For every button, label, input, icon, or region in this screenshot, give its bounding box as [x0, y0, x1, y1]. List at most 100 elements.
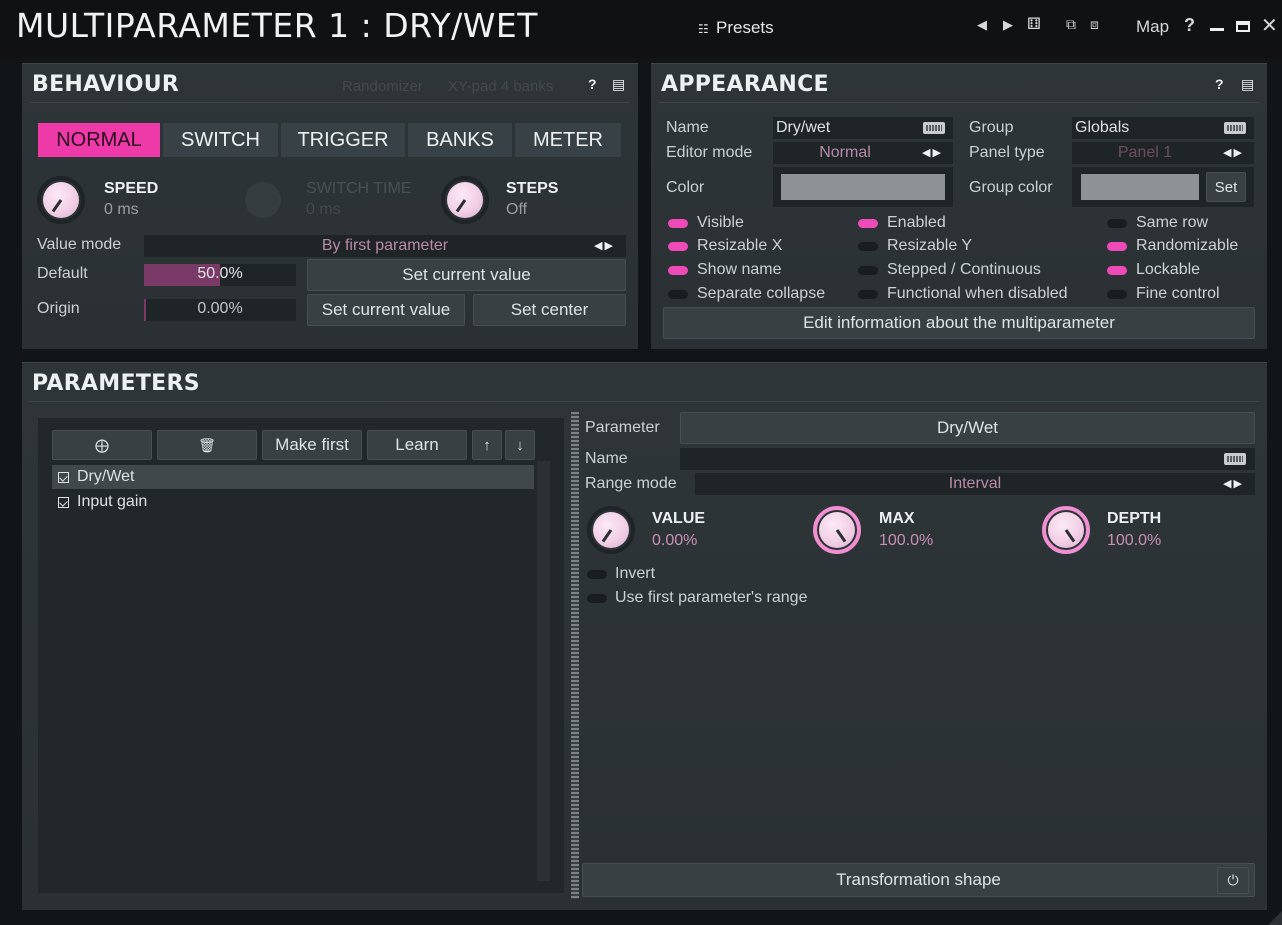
range-mode-select[interactable]: Interval	[695, 473, 1255, 495]
move-down-button[interactable]: ↓	[505, 430, 535, 460]
move-up-button[interactable]: ↑	[472, 430, 502, 460]
group-color-frame: Set	[1072, 167, 1254, 207]
transformation-shape-button[interactable]: Transformation shape	[582, 863, 1255, 897]
steps-knob[interactable]	[441, 176, 489, 224]
mode-tab-trigger[interactable]: TRIGGER	[281, 123, 405, 157]
mode-tab-banks[interactable]: BANKS	[408, 123, 512, 157]
value-mode-arrows-icon[interactable]: ◀▶	[594, 239, 615, 252]
close-icon[interactable]: ✕	[1261, 13, 1278, 38]
delete-parameter-button[interactable]: 🗑	[157, 430, 257, 460]
depth-knob[interactable]	[1042, 506, 1090, 554]
fine-control-toggle[interactable]	[1107, 290, 1127, 299]
default-value: 50.0%	[197, 265, 243, 282]
group-color-label: Group color	[969, 179, 1053, 196]
range-mode-value: Interval	[948, 475, 1002, 492]
value-knob[interactable]	[587, 506, 635, 554]
transformation-power-button[interactable]: ⏻	[1217, 867, 1249, 894]
param-name-keyboard-icon[interactable]	[1224, 453, 1246, 465]
map-button[interactable]: Map	[1136, 17, 1169, 37]
show-name-toggle[interactable]	[668, 266, 688, 275]
make-first-button[interactable]: Make first	[262, 430, 362, 460]
depth-value[interactable]: 100.0%	[1107, 532, 1161, 550]
add-parameter-button[interactable]: ⨁	[52, 430, 152, 460]
behaviour-collapse-icon[interactable]: ▤	[612, 76, 625, 93]
appearance-help-icon[interactable]: ?	[1215, 76, 1224, 92]
param-name-label: Name	[585, 450, 628, 467]
mode-tab-normal[interactable]: NORMAL	[38, 123, 160, 157]
resize-grip-icon[interactable]	[1268, 911, 1282, 925]
copy-icon[interactable]: ⧉	[1066, 16, 1076, 33]
color-swatch	[781, 174, 945, 200]
visible-toggle[interactable]	[668, 219, 688, 228]
group-color-set-button[interactable]: Set	[1206, 172, 1246, 202]
parameters-list-scrollbar[interactable]	[537, 461, 550, 881]
range-mode-arrows-icon[interactable]: ◀▶	[1223, 477, 1244, 490]
value-value[interactable]: 0.00%	[652, 532, 697, 550]
grid-icon: ☷	[698, 22, 709, 36]
functional-when-disabled-toggle[interactable]	[858, 290, 878, 299]
editor-mode-arrows-icon[interactable]: ◀▶	[922, 146, 943, 159]
set-center-button[interactable]: Set center	[473, 294, 626, 326]
default-set-current-value-button[interactable]: Set current value	[307, 259, 626, 291]
maximize-icon[interactable]	[1236, 21, 1250, 32]
panel-type-arrows-icon[interactable]: ◀▶	[1223, 146, 1244, 159]
origin-slider[interactable]: 0.00%	[144, 299, 296, 321]
checkbox-icon[interactable]	[58, 471, 69, 483]
enabled-label: Enabled	[887, 214, 946, 231]
splitter-handle[interactable]	[571, 412, 579, 899]
max-value[interactable]: 100.0%	[879, 532, 933, 550]
xypad-label[interactable]: XY-pad 4 banks	[448, 78, 553, 95]
learn-button[interactable]: Learn	[367, 430, 467, 460]
stepped-continuous-toggle[interactable]	[858, 266, 878, 275]
parameter-select-button[interactable]: Dry/Wet	[680, 412, 1255, 444]
name-keyboard-icon[interactable]	[923, 122, 945, 134]
mode-tab-meter[interactable]: METER	[515, 123, 621, 157]
mode-tab-switch[interactable]: SWITCH	[163, 123, 278, 157]
help-icon[interactable]: ?	[1184, 15, 1195, 36]
lockable-toggle[interactable]	[1107, 266, 1127, 275]
separate-collapse-label: Separate collapse	[697, 285, 826, 302]
value-mode-select[interactable]: By first parameter	[144, 235, 626, 257]
edit-information-button[interactable]: Edit information about the multiparamete…	[663, 307, 1255, 339]
resizable-y-label: Resizable Y	[887, 237, 973, 254]
separate-collapse-toggle[interactable]	[668, 290, 688, 299]
origin-label: Origin	[37, 300, 80, 317]
depth-label: DEPTH	[1107, 510, 1162, 527]
default-slider[interactable]: 50.0%	[144, 264, 296, 286]
resizable-y-toggle[interactable]	[858, 242, 878, 251]
resizable-x-toggle[interactable]	[668, 242, 688, 251]
parameter-list-item[interactable]: Input gain	[52, 490, 534, 514]
randomizer-label[interactable]: Randomizer	[342, 78, 423, 95]
presets-button[interactable]: ☷ Presets	[698, 18, 774, 38]
next-preset-icon[interactable]: ▶	[1003, 17, 1013, 33]
random-dice-icon[interactable]: ⚅	[1027, 14, 1041, 34]
parameter-list-item[interactable]: Dry/Wet	[52, 465, 534, 489]
steps-label: STEPS	[506, 180, 559, 197]
appearance-separator	[659, 102, 1259, 103]
group-keyboard-icon[interactable]	[1224, 122, 1246, 134]
max-label: MAX	[879, 510, 915, 527]
steps-value[interactable]: Off	[506, 201, 527, 219]
color-swatch-frame[interactable]	[773, 167, 953, 207]
enabled-toggle[interactable]	[858, 219, 878, 228]
checkbox-icon[interactable]	[58, 496, 69, 508]
paste-icon[interactable]: ⧈	[1090, 16, 1099, 33]
minimize-icon[interactable]	[1210, 28, 1224, 31]
group-color-swatch[interactable]	[1081, 174, 1199, 200]
prev-preset-icon[interactable]: ◀	[977, 17, 987, 33]
speed-value[interactable]: 0 ms	[104, 201, 139, 219]
param-name-field[interactable]	[680, 448, 1255, 470]
use-first-range-toggle[interactable]	[587, 594, 607, 603]
visible-label: Visible	[697, 214, 744, 231]
same-row-toggle[interactable]	[1107, 219, 1127, 228]
appearance-collapse-icon[interactable]: ▤	[1241, 76, 1254, 93]
randomizable-toggle[interactable]	[1107, 242, 1127, 251]
stepped-continuous-label: Stepped / Continuous	[887, 261, 1041, 278]
parameters-separator	[30, 401, 1259, 402]
speed-knob[interactable]	[37, 176, 85, 224]
origin-set-current-value-button[interactable]: Set current value	[307, 294, 465, 326]
behaviour-help-icon[interactable]: ?	[588, 76, 597, 92]
color-label: Color	[666, 179, 705, 196]
invert-toggle[interactable]	[587, 570, 607, 579]
max-knob[interactable]	[813, 506, 861, 554]
